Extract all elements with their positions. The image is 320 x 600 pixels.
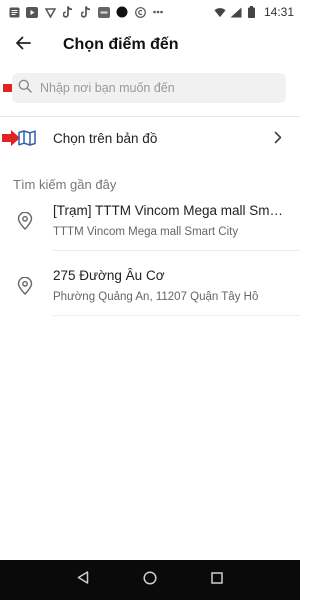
tiktok-icon bbox=[80, 6, 92, 18]
divider bbox=[53, 250, 300, 251]
dot-icon bbox=[116, 6, 128, 18]
status-right-icons: 14:31 bbox=[214, 5, 294, 19]
status-bar: 14:31 bbox=[0, 0, 300, 24]
circle-home-icon bbox=[143, 570, 157, 590]
battery-icon bbox=[246, 6, 258, 18]
map-icon bbox=[18, 130, 36, 151]
signal-icon bbox=[230, 6, 242, 18]
notes-icon bbox=[8, 6, 20, 18]
system-nav-bar bbox=[0, 560, 300, 600]
page-title: Chọn điểm đến bbox=[63, 36, 179, 53]
nav-back-button[interactable] bbox=[73, 570, 93, 590]
square-recents-icon bbox=[210, 571, 223, 589]
recent-searches-title: Tìm kiếm gần đây bbox=[13, 177, 117, 192]
recent-item[interactable]: [Trạm] TTTM Vincom Mega mall Smart City … bbox=[0, 193, 300, 251]
header: Chọn điểm đến bbox=[0, 24, 300, 66]
status-time: 14:31 bbox=[263, 5, 294, 19]
copyright-icon bbox=[134, 6, 146, 18]
recent-item-name: [Trạm] TTTM Vincom Mega mall Smart City bbox=[53, 203, 289, 218]
search-icon bbox=[18, 79, 32, 98]
chevron-right-icon bbox=[274, 131, 282, 149]
wifi-icon bbox=[214, 6, 226, 18]
choose-on-map-option[interactable]: Chọn trên bản đồ bbox=[0, 117, 300, 159]
divider bbox=[53, 315, 300, 316]
recent-item[interactable]: 275 Đường Âu Cơ Phường Quảng An, 11207 Q… bbox=[0, 258, 300, 316]
play-icon bbox=[26, 6, 38, 18]
vietnam-flag-icon bbox=[44, 6, 56, 18]
nav-home-button[interactable] bbox=[140, 570, 160, 590]
location-pin-icon bbox=[17, 276, 33, 300]
recent-item-address: Phường Quảng An, 11207 Quận Tây Hồ bbox=[53, 291, 259, 303]
triangle-back-icon bbox=[77, 571, 89, 589]
search-input[interactable] bbox=[40, 81, 260, 95]
choose-on-map-label: Chọn trên bản đồ bbox=[53, 130, 158, 146]
search-box[interactable] bbox=[12, 73, 286, 103]
arrow-left-icon bbox=[15, 36, 31, 55]
tiktok-icon bbox=[62, 6, 74, 18]
location-pin-icon bbox=[17, 211, 33, 235]
recent-item-name: 275 Đường Âu Cơ bbox=[53, 268, 165, 283]
more-dots-icon bbox=[152, 6, 164, 18]
recent-item-address: TTTM Vincom Mega mall Smart City bbox=[53, 226, 239, 238]
back-button[interactable] bbox=[0, 24, 46, 66]
app-icon bbox=[98, 6, 110, 18]
status-left-icons bbox=[8, 6, 164, 18]
nav-recents-button[interactable] bbox=[207, 570, 227, 590]
